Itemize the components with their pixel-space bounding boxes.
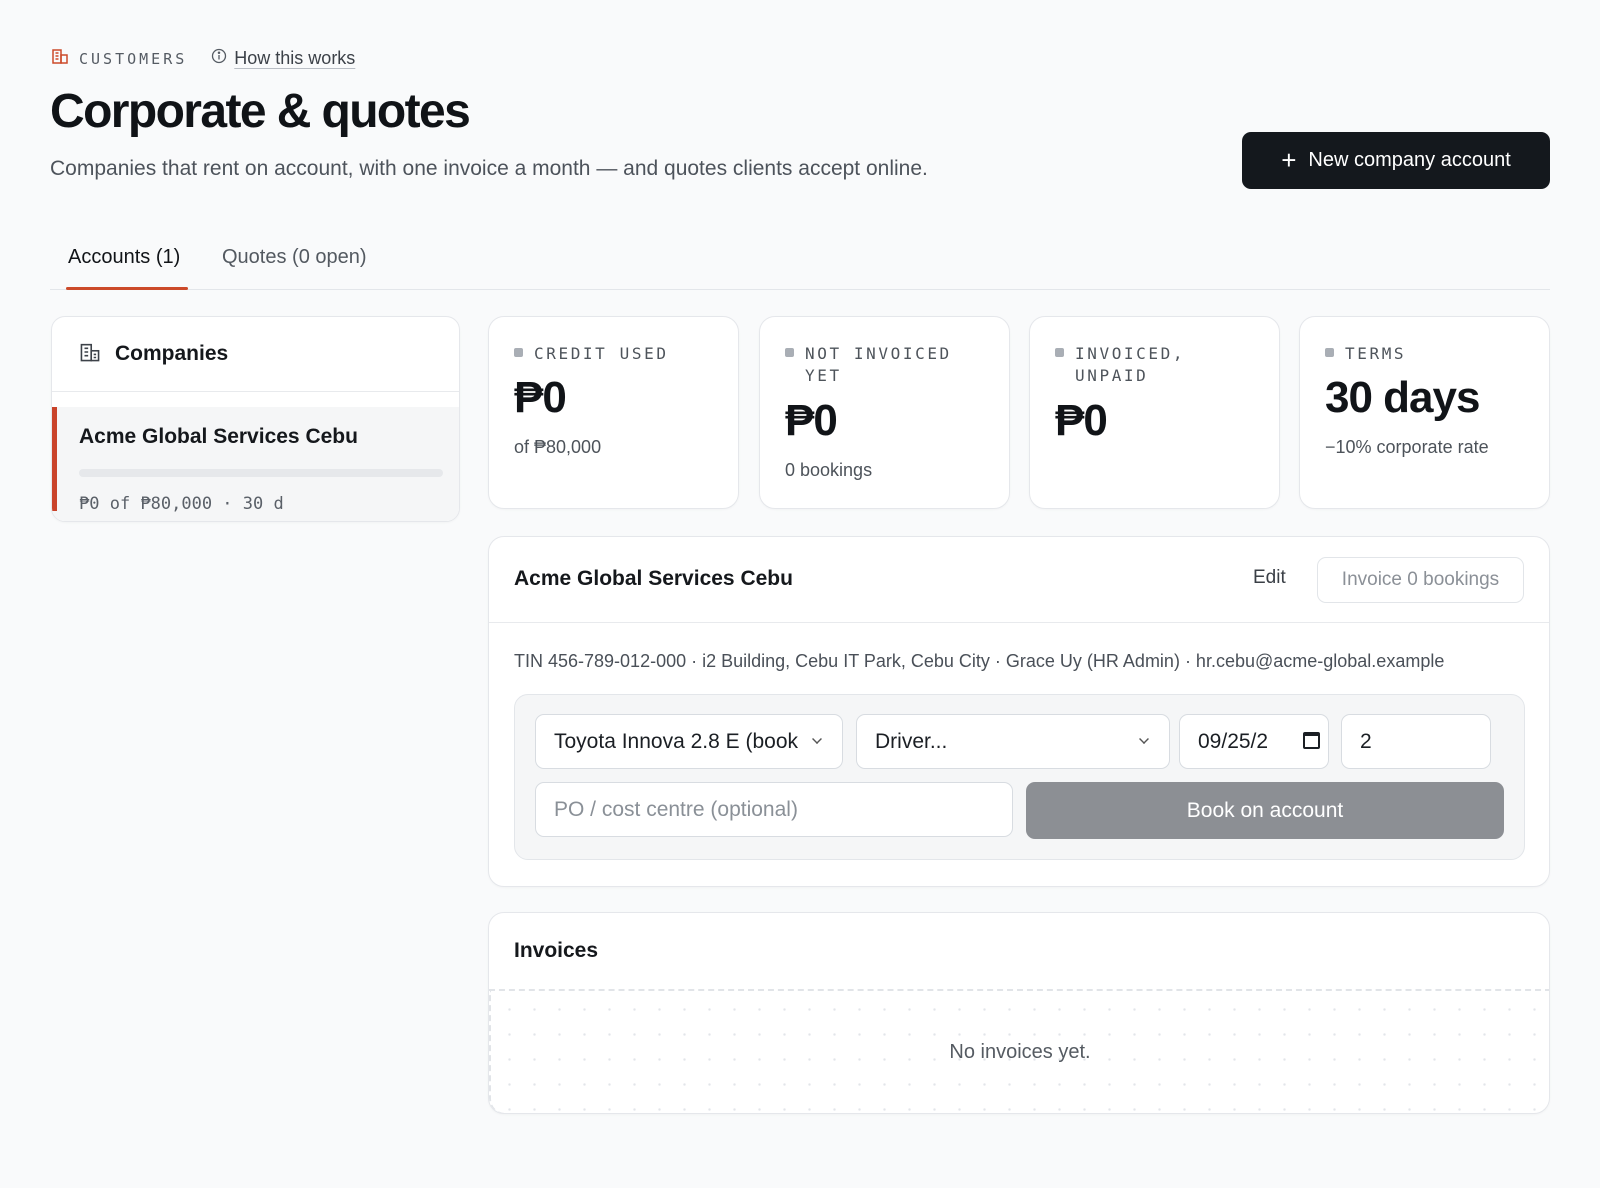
stat-label: TERMS <box>1345 344 1407 363</box>
dot-icon <box>1055 348 1064 357</box>
invoices-title: Invoices <box>514 939 599 962</box>
stat-not-invoiced: NOT INVOICED YET ₱0 0 bookings <box>759 316 1010 509</box>
company-credit-meta: ₱0 of ₱80,000 · 30 d <box>79 494 284 514</box>
date-input-value: 09/25/2 <box>1198 729 1269 753</box>
stat-label: INVOICED, UNPAID <box>1075 344 1186 385</box>
account-info: TIN 456-789-012-000 · i2 Building, Cebu … <box>514 651 1445 671</box>
companies-panel: Companies Acme Global Services Cebu ₱0 o… <box>51 316 460 522</box>
stat-value: 30 days <box>1325 373 1480 422</box>
how-this-works-link[interactable]: How this works <box>234 48 355 69</box>
po-cost-centre-placeholder: PO / cost centre (optional) <box>554 797 798 821</box>
selected-indicator <box>52 407 57 511</box>
info-icon <box>211 48 227 69</box>
po-cost-centre-input[interactable]: PO / cost centre (optional) <box>535 782 1013 837</box>
stat-value: ₱0 <box>1055 396 1108 445</box>
date-input[interactable]: 09/25/2 <box>1179 714 1329 769</box>
stat-credit-used: CREDIT USED ₱0 of ₱80,000 <box>488 316 739 509</box>
account-detail-header: Acme Global Services Cebu Edit Invoice 0… <box>489 537 1549 623</box>
stat-terms: TERMS 30 days −10% corporate rate <box>1299 316 1550 509</box>
plus-icon: + <box>1281 144 1297 175</box>
dot-icon <box>1325 348 1334 357</box>
chevron-down-icon <box>812 734 822 744</box>
invoices-empty-state: No invoices yet. <box>489 989 1549 1113</box>
edit-button[interactable]: Edit <box>1253 567 1286 589</box>
tab-quotes[interactable]: Quotes (0 open) <box>222 246 367 287</box>
stat-label: CREDIT USED <box>534 344 669 363</box>
dot-icon <box>514 348 523 357</box>
credit-usage-bar <box>79 469 443 477</box>
vehicle-select-value: Toyota Innova 2.8 E (book <box>554 729 798 753</box>
new-company-account-label: New company account <box>1308 149 1511 171</box>
company-name: Acme Global Services Cebu <box>79 425 358 448</box>
companies-title: Companies <box>115 342 229 365</box>
driver-select-value: Driver... <box>875 729 948 753</box>
how-this-works[interactable]: How this works <box>211 48 355 69</box>
dot-icon <box>785 348 794 357</box>
stat-label: NOT INVOICED YET <box>805 344 952 385</box>
tab-bar: Accounts (1) Quotes (0 open) <box>50 234 1550 290</box>
building-icon <box>51 47 69 70</box>
page-title: Corporate & quotes <box>50 85 471 138</box>
stat-sub: 0 bookings <box>785 460 873 480</box>
eyebrow-label: CUSTOMERS <box>79 49 188 68</box>
book-on-account-button[interactable]: Book on account <box>1026 782 1504 839</box>
invoices-card: Invoices No invoices yet. <box>488 912 1550 1114</box>
account-name: Acme Global Services Cebu <box>514 567 793 590</box>
page-eyebrow: CUSTOMERS How this works <box>51 47 355 70</box>
companies-header: Companies <box>52 317 459 392</box>
page-subtitle: Companies that rent on account, with one… <box>50 157 928 180</box>
stat-sub: of ₱80,000 <box>514 437 602 457</box>
booking-form: Toyota Innova 2.8 E (book Driver... 09/2… <box>514 694 1525 860</box>
account-detail-card: Acme Global Services Cebu Edit Invoice 0… <box>488 536 1550 887</box>
stat-value: ₱0 <box>514 373 567 422</box>
stat-sub: −10% corporate rate <box>1325 437 1489 457</box>
days-input[interactable]: 2 <box>1341 714 1491 769</box>
driver-select[interactable]: Driver... <box>856 714 1170 769</box>
company-list-item[interactable]: Acme Global Services Cebu ₱0 of ₱80,000 … <box>52 407 459 521</box>
stat-value: ₱0 <box>785 396 838 445</box>
stat-invoiced-unpaid: INVOICED, UNPAID ₱0 <box>1029 316 1280 509</box>
days-input-value: 2 <box>1360 729 1372 753</box>
tab-accounts[interactable]: Accounts (1) <box>68 246 180 287</box>
building-icon <box>79 341 101 368</box>
empty-state-text: No invoices yet. <box>949 1040 1091 1063</box>
active-tab-indicator <box>66 287 188 290</box>
chevron-down-icon <box>1139 734 1149 744</box>
new-company-account-button[interactable]: + New company account <box>1242 132 1550 189</box>
invoice-bookings-button[interactable]: Invoice 0 bookings <box>1317 557 1524 603</box>
calendar-icon[interactable] <box>1303 732 1320 749</box>
vehicle-select[interactable]: Toyota Innova 2.8 E (book <box>535 714 843 769</box>
